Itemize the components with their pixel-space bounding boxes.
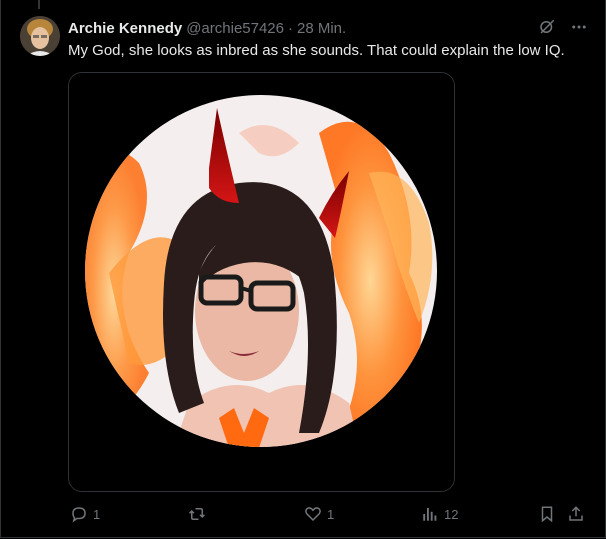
like-button[interactable]: 1 — [304, 504, 334, 524]
views-icon — [421, 505, 439, 523]
reply-button[interactable]: 1 — [70, 504, 100, 524]
share-button[interactable] — [567, 504, 585, 524]
tweet-text: My God, she looks as inbred as she sound… — [68, 42, 565, 59]
grok-icon[interactable] — [538, 18, 556, 41]
views-button[interactable]: 12 — [421, 504, 458, 524]
retweet-button[interactable] — [188, 504, 211, 524]
media-photo — [69, 73, 454, 491]
author-name[interactable]: Archie Kennedy — [68, 20, 182, 37]
heart-icon — [304, 505, 322, 523]
views-count: 12 — [444, 506, 459, 522]
bookmark-icon — [538, 505, 556, 523]
avatar[interactable] — [20, 16, 60, 56]
retweet-icon — [188, 505, 206, 523]
tweet-top-actions — [538, 18, 588, 41]
timestamp[interactable]: 28 Min. — [297, 20, 346, 37]
tweet-media[interactable] — [68, 72, 455, 492]
more-icon[interactable] — [570, 18, 588, 41]
reply-icon — [70, 505, 88, 523]
thread-connector — [38, 0, 40, 9]
separator-dot: · — [288, 19, 293, 37]
bookmark-button[interactable] — [538, 504, 556, 524]
tweet-header: Archie Kennedy @archie57426 · 28 Min. — [68, 18, 346, 38]
author-handle[interactable]: @archie57426 — [186, 20, 284, 37]
like-count: 1 — [327, 506, 335, 522]
share-icon — [567, 505, 585, 523]
tweet-action-bar: 1 1 12 — [68, 504, 588, 524]
reply-count: 1 — [93, 506, 101, 522]
